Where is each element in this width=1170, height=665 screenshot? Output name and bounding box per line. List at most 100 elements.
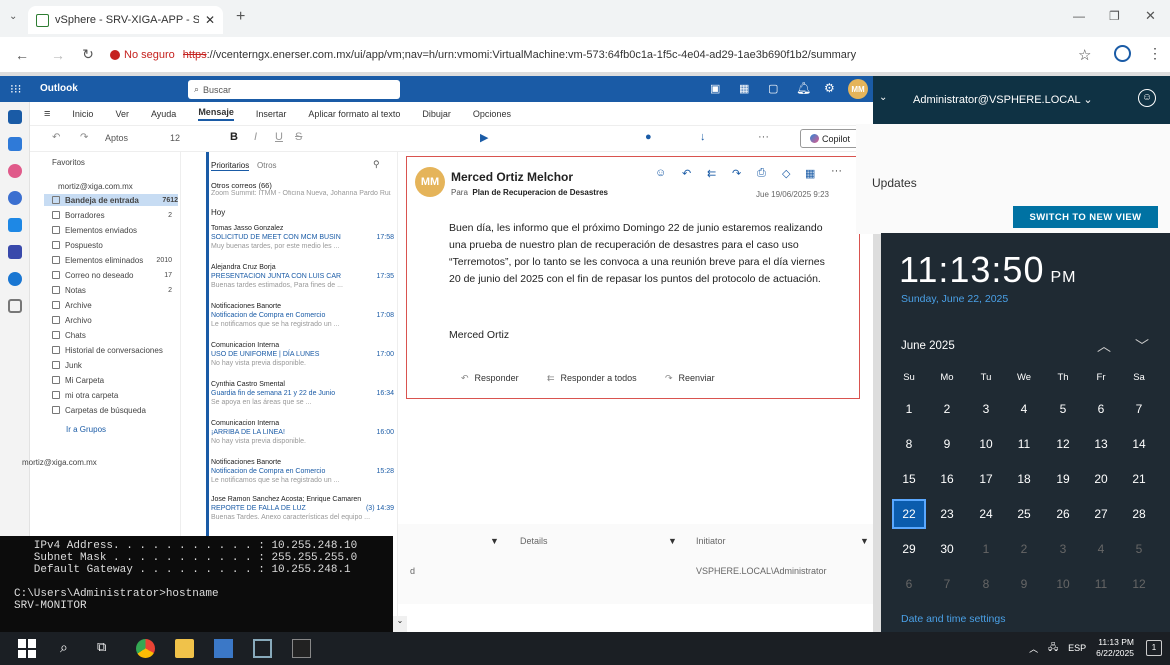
onedrive-icon[interactable] [8, 272, 22, 286]
calendar-day[interactable]: 3 [1046, 534, 1080, 564]
forward-button[interactable]: ↷ Reenviar [665, 373, 715, 384]
tab-opciones[interactable]: Opciones [473, 109, 511, 119]
column-details[interactable]: Details [520, 536, 548, 546]
menu-kebab-icon[interactable]: ⋮ [1148, 45, 1162, 62]
arrow-down-icon[interactable]: ↓ [700, 131, 706, 143]
tab-ayuda[interactable]: Ayuda [151, 109, 176, 119]
dictate-icon[interactable]: ● [645, 131, 652, 143]
folder-archivo[interactable]: Archivo [52, 314, 172, 326]
calendar-day[interactable]: 21 [1122, 464, 1156, 494]
cmd-taskbar-icon[interactable] [292, 639, 311, 658]
filter-icon[interactable]: ▼ [490, 536, 499, 546]
teams-icon[interactable]: ▦ [739, 82, 749, 95]
folder-deleted[interactable]: Elementos eliminados 2010 [52, 254, 172, 266]
search-icon[interactable]: ⌕ [60, 639, 79, 658]
more-actions-icon[interactable]: ··· [831, 165, 842, 177]
chevron-up-icon[interactable]: ︿ [1029, 642, 1038, 655]
file-explorer-icon[interactable] [175, 639, 194, 658]
list-item[interactable]: Jose Ramon Sanchez Acosta; Enrique Camar… [211, 495, 394, 535]
calendar-icon[interactable] [8, 137, 22, 151]
copilot-button[interactable]: Copilot [800, 129, 860, 148]
tab-insertar[interactable]: Insertar [256, 109, 287, 119]
switch-to-new-view-button[interactable]: SWITCH TO NEW VIEW [1013, 206, 1158, 228]
settings-gear-icon[interactable]: ⚙ [824, 81, 835, 95]
reply-button[interactable]: ↶ Responder [461, 373, 519, 384]
bookmark-star-icon[interactable]: ☆ [1078, 46, 1091, 64]
calendar-day[interactable]: 22 [892, 499, 926, 529]
folder-notes[interactable]: Notas 2 [52, 284, 172, 296]
folder-history[interactable]: Historial de conversaciones [52, 344, 172, 356]
filter-icon[interactable]: ▼ [668, 536, 677, 546]
chrome-icon[interactable] [136, 639, 155, 658]
filter-icon[interactable]: ▼ [860, 536, 869, 546]
calendar-day[interactable]: 5 [1046, 394, 1080, 424]
calendar-day[interactable]: 28 [1122, 499, 1156, 529]
calendar-day[interactable]: 12 [1122, 569, 1156, 599]
meet-now-icon[interactable]: ▣ [710, 82, 720, 95]
tab-mensaje[interactable]: Mensaje [198, 107, 234, 121]
print-icon[interactable]: ⎙ [757, 167, 766, 180]
chevron-down-icon[interactable]: ⌄ [9, 11, 17, 22]
calendar-day[interactable]: 17 [969, 464, 1003, 494]
vsphere-user-menu[interactable]: Administrator@VSPHERE.LOCAL ⌄ [913, 93, 1093, 106]
folder-drafts[interactable]: Borradores 2 [52, 209, 172, 221]
underline-icon[interactable]: U [275, 131, 283, 143]
calendar-day[interactable]: 2 [930, 394, 964, 424]
folder-search[interactable]: Carpetas de búsqueda [52, 404, 172, 416]
list-item[interactable]: Notificaciones Banorte Notificacion de Co… [211, 458, 394, 498]
chevron-down-icon[interactable]: ⌄ [879, 92, 887, 103]
calendar-day[interactable]: 1 [969, 534, 1003, 564]
notification-center-icon[interactable]: 1 [1146, 640, 1162, 656]
calendar-day[interactable]: 12 [1046, 429, 1080, 459]
tab-otros[interactable]: Otros [257, 161, 277, 170]
restore-icon[interactable]: ❐ [1109, 9, 1120, 23]
reload-icon[interactable]: ↻ [74, 46, 102, 63]
calendar-day[interactable]: 25 [1007, 499, 1041, 529]
calendar-day[interactable]: 5 [1122, 534, 1156, 564]
calendar-day[interactable]: 4 [1084, 534, 1118, 564]
sender-avatar[interactable]: MM [415, 167, 445, 197]
command-prompt-window[interactable]: IPv4 Address. . . . . . . . . . . : 10.2… [0, 536, 393, 632]
filter-icon[interactable]: ⚲ [373, 159, 380, 170]
calendar-day[interactable]: 1 [892, 394, 926, 424]
folder-inbox[interactable]: Bandeja de entrada 7612 [44, 194, 178, 206]
notifications-icon[interactable]: 🔔︎ [796, 81, 811, 95]
calendar-day[interactable]: 27 [1084, 499, 1118, 529]
close-window-icon[interactable]: ✕ [1145, 8, 1156, 24]
calendar-day[interactable]: 20 [1084, 464, 1118, 494]
list-item[interactable]: Cynthia Castro Smental Guardia fin de sem… [211, 380, 394, 420]
other-mail-label[interactable]: Otros correos (66) [211, 181, 272, 190]
sender-name[interactable]: Merced Ortiz Melchor [451, 170, 573, 184]
column-initiator[interactable]: Initiator [696, 536, 726, 546]
calendar-day[interactable]: 16 [930, 464, 964, 494]
forward-icon[interactable]: → [44, 47, 72, 63]
tab-dibujar[interactable]: Dibujar [422, 109, 451, 119]
not-secure-indicator[interactable]: No seguro [110, 49, 175, 61]
bold-icon[interactable]: B [230, 131, 238, 143]
account-header[interactable]: mortiz@xiga.com.mx [58, 182, 133, 191]
calendar-day[interactable]: 26 [1046, 499, 1080, 529]
calendar-day[interactable]: 10 [1046, 569, 1080, 599]
chevron-down-icon[interactable]: ﹀ [1135, 336, 1149, 356]
more-options-icon[interactable]: ··· [758, 131, 769, 143]
browser-tab[interactable]: vSphere - SRV-XIGA-APP - Su ✕ [28, 6, 223, 34]
calendar-day[interactable]: 24 [969, 499, 1003, 529]
app-launcher-icon[interactable]: ⁝⁝⁝ [10, 82, 21, 96]
calendar-day[interactable]: 10 [969, 429, 1003, 459]
strikethrough-icon[interactable]: S [295, 131, 302, 143]
collapse-nav-icon[interactable]: ≡ [44, 108, 50, 120]
taskbar-clock[interactable]: 11:13 PM 6/22/2025 [1096, 637, 1134, 659]
my-day-icon[interactable]: ▢ [768, 82, 778, 95]
list-item[interactable]: Comunicacion Interna ¡ARRIBA DE LA LINEA!… [211, 419, 394, 459]
reply-all-icon[interactable]: ⇇ [707, 167, 716, 180]
calendar-day[interactable]: 15 [892, 464, 926, 494]
folder-junk-en[interactable]: Junk [52, 359, 172, 371]
smiley-feedback-icon[interactable]: ☺ [1138, 89, 1156, 107]
network-icon[interactable]: 🖧︎ [1048, 640, 1058, 656]
calendar-day[interactable]: 30 [930, 534, 964, 564]
url-field[interactable]: No seguro https://vcenterngx.enerser.com… [110, 43, 1060, 67]
calendar-day[interactable]: 8 [969, 569, 1003, 599]
attach-icon[interactable]: ▶ [480, 131, 488, 144]
folder-junk[interactable]: Correo no deseado 17 [52, 269, 172, 281]
folder-chats[interactable]: Chats [52, 329, 172, 341]
